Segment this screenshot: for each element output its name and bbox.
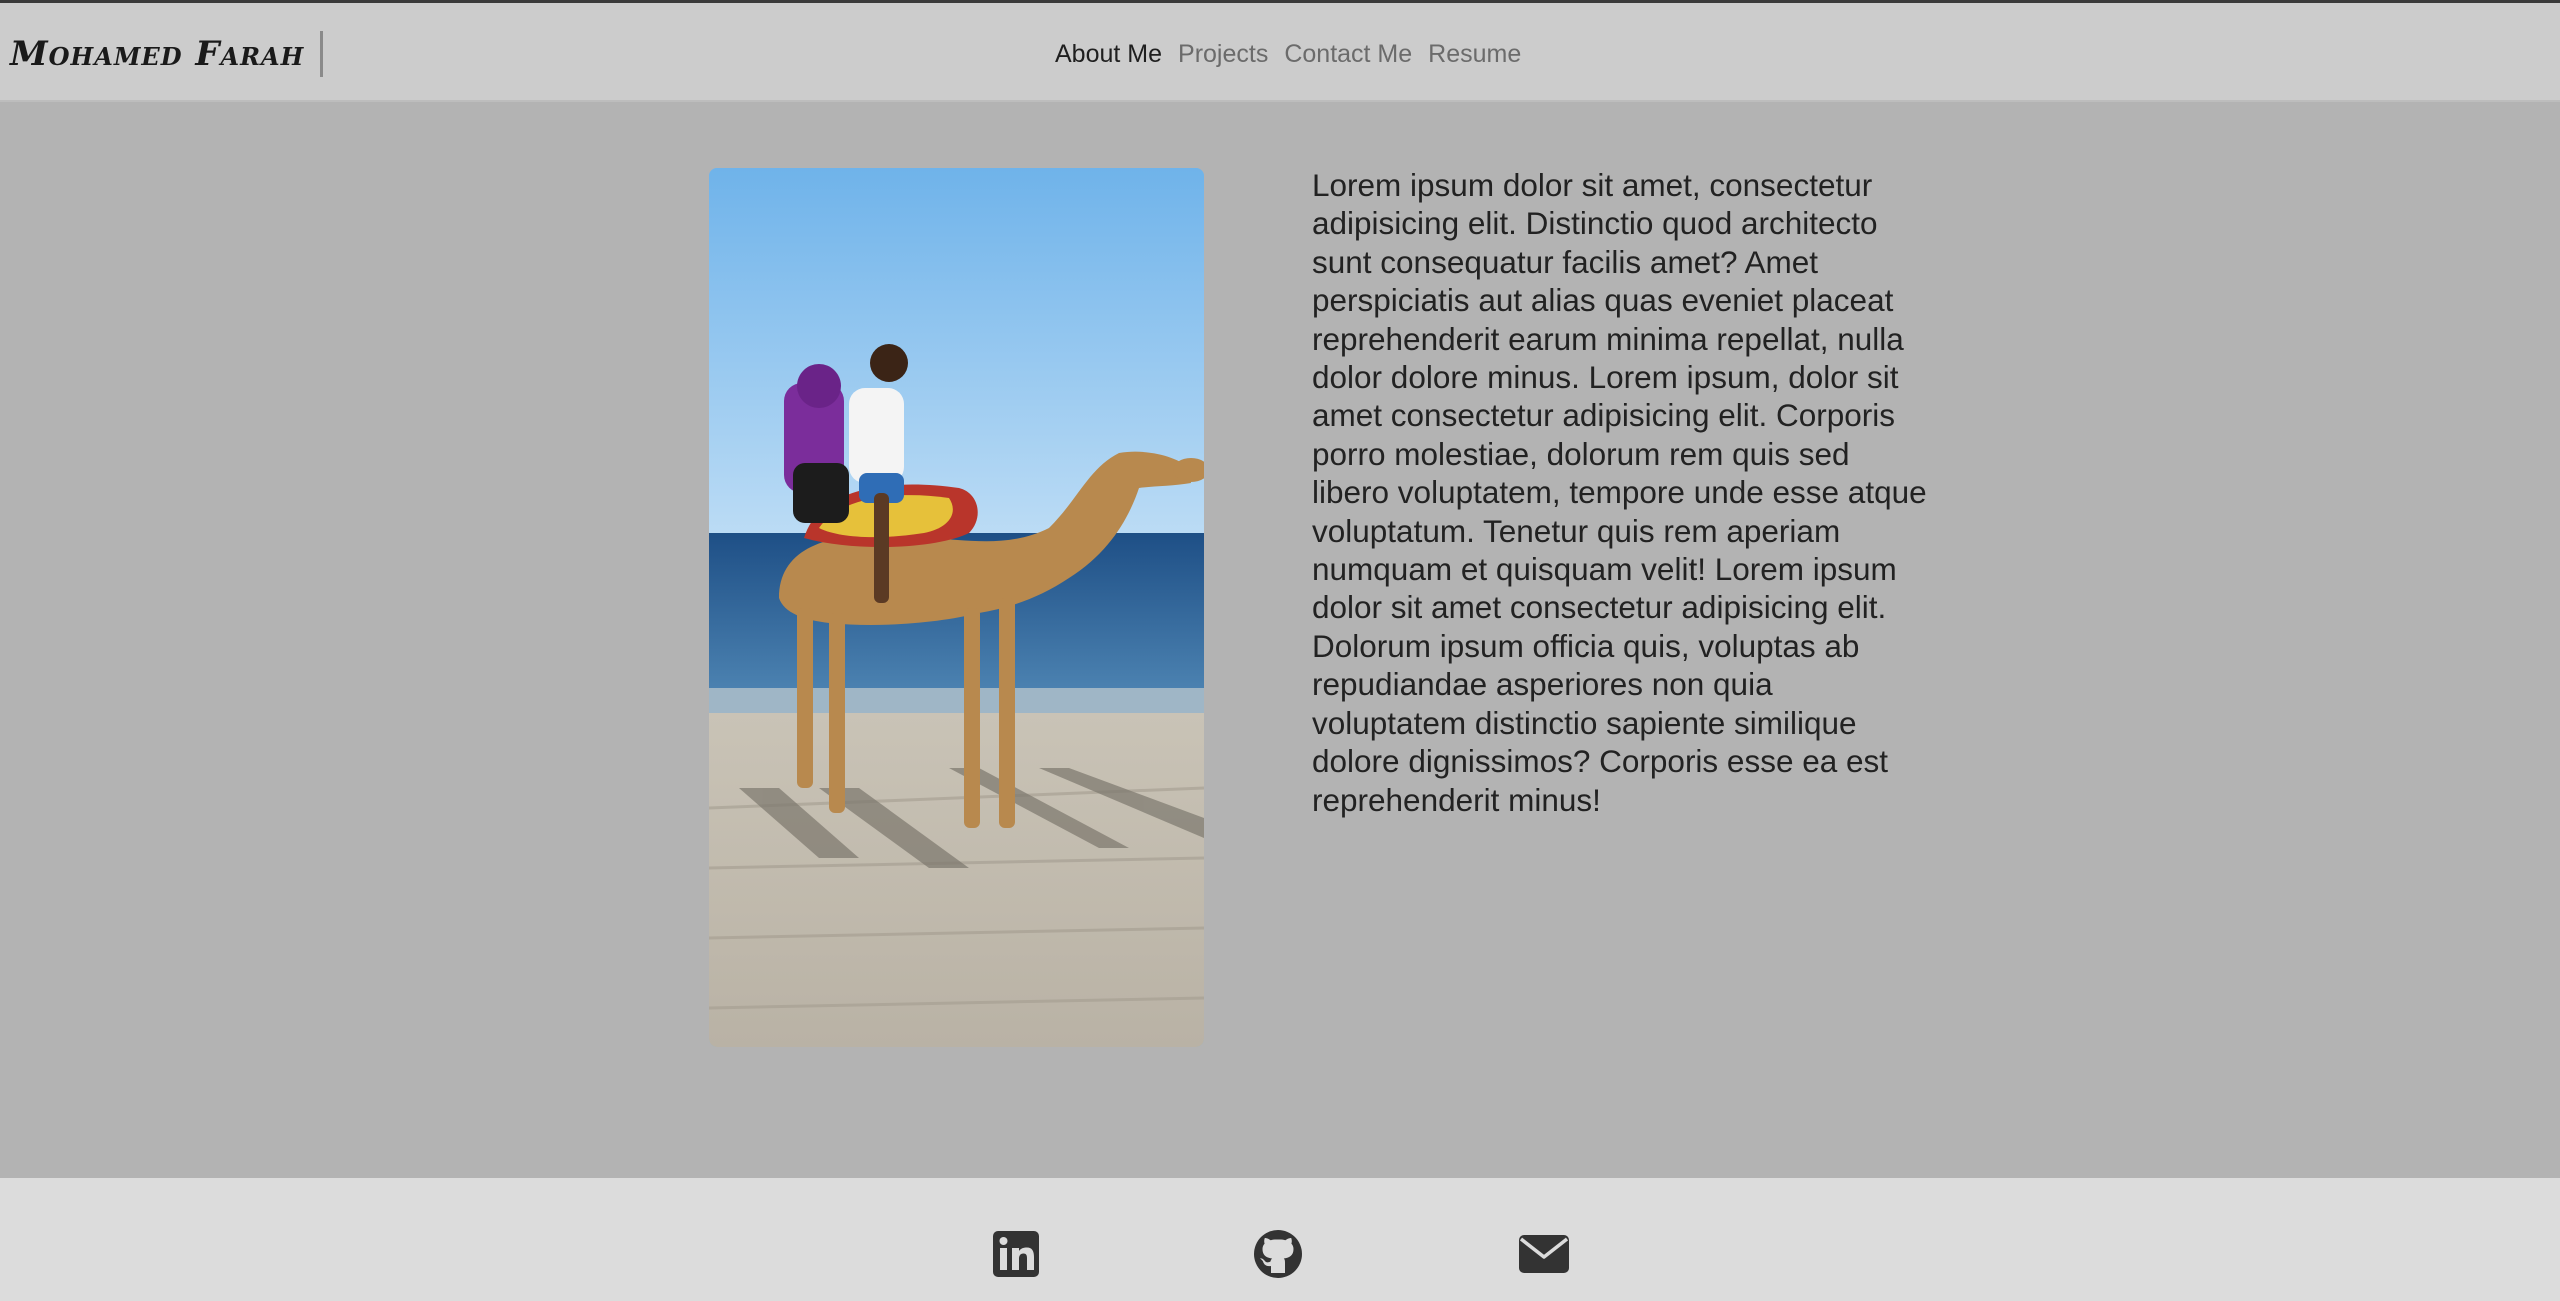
nav-links: About Me Projects Contact Me Resume: [1055, 36, 1521, 72]
nav-link-about-me[interactable]: About Me: [1055, 36, 1162, 72]
linkedin-icon[interactable]: [991, 1229, 1041, 1279]
nav-link-contact-me[interactable]: Contact Me: [1284, 36, 1412, 72]
envelope-icon[interactable]: [1518, 1229, 1569, 1279]
navbar: Mohamed Farah About Me Projects Contact …: [0, 3, 2560, 102]
brand-logo[interactable]: Mohamed Farah: [10, 31, 324, 77]
bio-text: Lorem ipsum dolor sit amet, consectetur …: [1312, 167, 1927, 818]
nav-link-resume[interactable]: Resume: [1428, 36, 1521, 72]
profile-photo: [709, 168, 1204, 1047]
nav-link-projects[interactable]: Projects: [1178, 36, 1268, 72]
github-icon[interactable]: [1253, 1229, 1303, 1279]
